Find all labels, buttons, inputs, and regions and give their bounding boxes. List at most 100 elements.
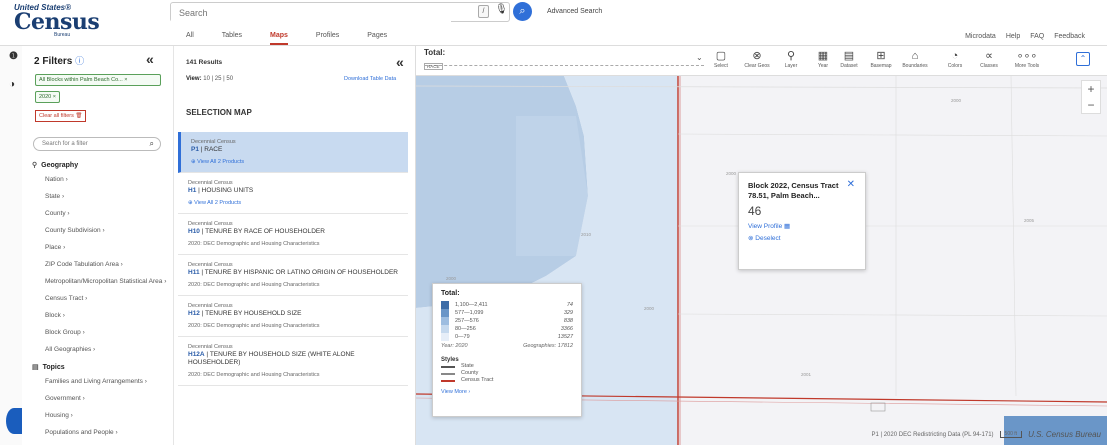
result-source: Decennial Census (191, 139, 236, 145)
classes-tool[interactable]: ∝ Classes (974, 49, 1004, 70)
result-card[interactable]: Decennial Census H10 | TENURE BY RACE OF … (178, 214, 408, 255)
geography-item[interactable]: Nation › (32, 176, 172, 184)
block-label: 2000 (726, 171, 737, 176)
view-more-link[interactable]: View More › (441, 389, 573, 395)
collapse-results-icon[interactable]: « (396, 54, 404, 70)
result-sub[interactable]: ⊕ View All 2 Products (191, 159, 398, 166)
filter-search-input[interactable]: Search for a filter ⌕ (33, 137, 161, 151)
legend-swatch (441, 309, 449, 317)
view-per-page[interactable]: View: 10 | 25 | 50 (186, 76, 233, 82)
tab-tables[interactable]: Tables (222, 32, 242, 45)
search-icon: ⌕ (149, 139, 154, 148)
geography-item[interactable]: County › (32, 210, 172, 218)
select-tool[interactable]: ▢ Select (706, 49, 736, 70)
geography-item[interactable]: All Geographies › (32, 346, 172, 354)
close-icon[interactable]: ✕ (847, 179, 855, 190)
geography-item[interactable]: Block › (32, 312, 172, 320)
link-feedback[interactable]: Feedback (1054, 33, 1085, 40)
geography-item[interactable]: Block Group › (32, 329, 172, 337)
search-input[interactable] (171, 4, 451, 22)
topic-item[interactable]: Populations and People › (32, 429, 172, 437)
result-sub: 2020: DEC Demographic and Housing Charac… (188, 241, 320, 247)
result-card[interactable]: Decennial Census H12 | TENURE BY HOUSEHOL… (178, 296, 408, 337)
advanced-search-link[interactable]: Advanced Search (547, 8, 602, 15)
zoom-in-button[interactable]: + (1082, 81, 1100, 97)
tool-label: Dataset (840, 63, 858, 69)
zoom-control: + − (1081, 80, 1101, 114)
data-icon[interactable]: ◑ (9, 79, 15, 90)
microphone-icon[interactable]: 🎙 (495, 4, 508, 15)
results-panel: 141 Results « View: 10 | 25 | 50 Downloa… (174, 46, 416, 445)
deselect-icon: ⊗ (748, 235, 754, 242)
topic-item[interactable]: Families and Living Arrangements › (32, 378, 172, 386)
legend-style-label: State (461, 363, 474, 369)
block-label: 2000 (644, 306, 655, 311)
download-table-data-link[interactable]: Download Table Data (344, 76, 396, 82)
result-sub[interactable]: ⊕ View All 2 Products (188, 200, 398, 207)
filter-chip-geography[interactable]: All Blocks within Palm Beach Co... × (35, 74, 161, 86)
filters-panel: 2 Filters ⓘ « All Blocks within Palm Bea… (22, 46, 174, 445)
geography-item[interactable]: State › (32, 193, 172, 201)
legend-range: 0—79 (455, 334, 470, 340)
geography-item[interactable]: Metropolitan/Micropolitan Statistical Ar… (32, 278, 172, 286)
clear-geos-tool[interactable]: ⊗ Clear Geos (742, 49, 772, 70)
geography-item[interactable]: ZIP Code Tabulation Area › (32, 261, 172, 269)
link-faq[interactable]: FAQ (1030, 33, 1044, 40)
geography-item[interactable]: Place › (32, 244, 172, 252)
geography-item[interactable]: County Subdivision › (32, 227, 172, 235)
map-legend: Total: 1,100—2,411 74 577—1,099 329 257—576 8… (432, 283, 582, 417)
result-sub: 2020: DEC Demographic and Housing Charac… (188, 282, 320, 288)
filter-chip-year[interactable]: 2020 × (35, 91, 60, 103)
result-card[interactable]: Decennial Census H1 | HOUSING UNITS ⊕ View… (178, 173, 408, 214)
result-card[interactable]: Decennial Census H12A | TENURE BY HOUSEHO… (178, 337, 408, 386)
attribution-census-bureau: U.S. Census Bureau (1028, 430, 1101, 439)
help-bubble[interactable] (6, 408, 22, 434)
map-area[interactable]: 2000 2000 2005 2010 2000 2000 2001 Total… (416, 46, 1107, 445)
tab-all[interactable]: All (186, 32, 194, 45)
map-title-dropdown[interactable] (424, 58, 704, 66)
legend-swatch (441, 333, 449, 341)
link-help[interactable]: Help (1006, 33, 1020, 40)
deselect-link[interactable]: ⊗ Deselect (748, 234, 856, 242)
tab-pages[interactable]: Pages (367, 32, 387, 45)
geography-item[interactable]: Census Tract › (32, 295, 172, 303)
clear-all-filters-button[interactable]: Clear all filters 🗑 (35, 110, 87, 122)
geography-section[interactable]: ⚲ Geography (32, 161, 172, 169)
collapse-toolbar-icon[interactable]: ⌃ (1076, 52, 1090, 66)
topic-item[interactable]: Government › (32, 395, 172, 403)
trash-icon: 🗑 (75, 113, 83, 119)
more-tools-tool[interactable]: ∘∘∘ More Tools (1012, 49, 1042, 70)
collapse-filters-icon[interactable]: « (146, 51, 154, 67)
result-card[interactable]: Decennial Census H11 | TENURE BY HISPANIC… (178, 255, 408, 296)
map-attribution: P1 | 2020 DEC Redistricting Data (PL 94-… (871, 430, 1101, 439)
keyboard-shortcut-badge: / (478, 5, 489, 18)
tool-label: Colors (947, 63, 963, 69)
legend-count: 74 (566, 302, 573, 308)
view-profile-link[interactable]: View Profile ▦ (748, 222, 856, 230)
info-icon[interactable]: ❶ (9, 51, 18, 62)
layer-tool[interactable]: ⚲ Layer (776, 49, 806, 70)
result-source: Decennial Census (188, 221, 233, 227)
link-microdata[interactable]: Microdata (965, 33, 996, 40)
popup-value: 46 (748, 204, 762, 218)
chevron-down-icon[interactable]: ⌄ (696, 53, 703, 62)
colors-tool[interactable]: ◔ Colors (940, 49, 970, 70)
filter-tree: ⚲ Geography Nation › State › County › County… (32, 158, 172, 446)
tab-profiles[interactable]: Profiles (316, 32, 339, 45)
select-icon: ▢ (715, 50, 727, 62)
legend-range: 80—256 (455, 326, 476, 332)
topic-item[interactable]: Housing › (32, 412, 172, 420)
boundaries-tool[interactable]: ⌂ Boundaries (900, 49, 930, 70)
dataset-tool[interactable]: ▤ Dataset (834, 49, 864, 70)
block-popup: Block 2022, Census Tract 78.51, Palm Bea… (738, 172, 866, 270)
legend-range: 257—576 (455, 318, 479, 324)
tab-maps[interactable]: Maps (270, 32, 288, 45)
layer-icon: ⚲ (786, 50, 796, 62)
result-card[interactable]: Decennial Census P1 | RACE ⊕ View All 2 Pr… (178, 132, 408, 173)
topics-section[interactable]: ▤ Topics (32, 363, 172, 371)
basemap-tool[interactable]: ⊞ Basemap (866, 49, 896, 70)
zoom-out-button[interactable]: − (1082, 97, 1100, 113)
census-logo[interactable]: United States® Census Bureau (14, 3, 164, 43)
help-icon[interactable]: ⓘ (75, 56, 84, 66)
search-button[interactable]: ⌕ (513, 2, 532, 21)
